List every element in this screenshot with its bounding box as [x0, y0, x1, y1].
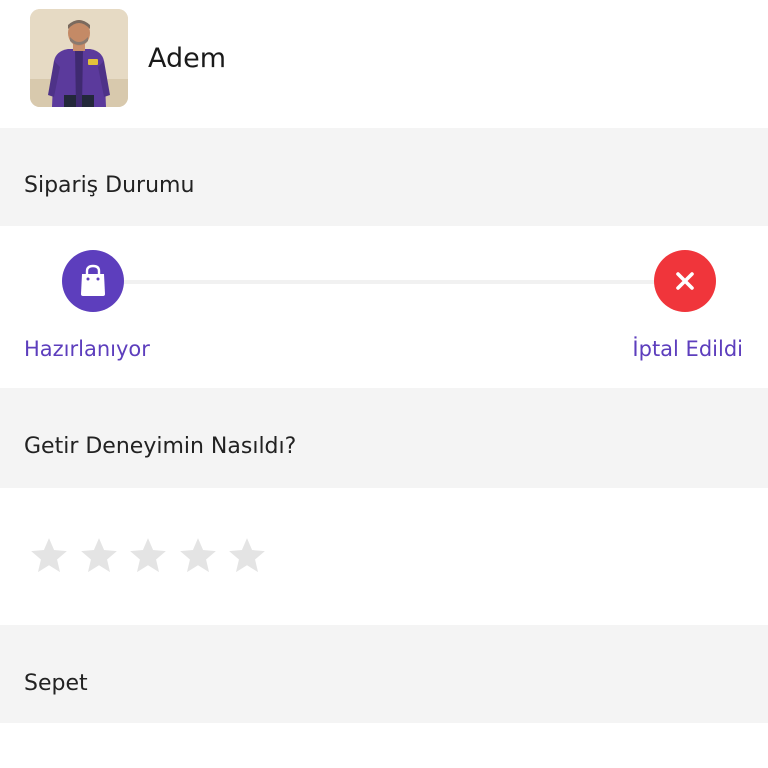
courier-photo: [30, 9, 128, 107]
status-step-cancelled: [654, 250, 716, 312]
rating-title: Getir Deneyimin Nasıldı?: [24, 434, 297, 459]
status-label-cancelled: İptal Edildi: [632, 337, 743, 361]
rating-star-2[interactable]: [78, 535, 120, 577]
star-icon: [31, 538, 67, 573]
rating-star-1[interactable]: [28, 535, 70, 577]
status-progress-line: [124, 280, 654, 284]
cart-header: [0, 625, 768, 723]
star-icon: [80, 538, 117, 573]
courier-name: Adem: [148, 43, 227, 74]
star-icon: [229, 538, 265, 573]
status-label-preparing: Hazırlanıyor: [24, 337, 150, 361]
star-icon: [179, 538, 216, 573]
close-icon: [676, 272, 694, 290]
courier-header: Adem: [0, 0, 768, 128]
rating-star-3[interactable]: [127, 535, 169, 577]
shopping-bag-icon: [81, 264, 105, 296]
cart-title: Sepet: [24, 671, 88, 696]
order-detail-page: Adem Sipariş Durumu Hazırlanıyor İptal E…: [0, 0, 768, 768]
order-status-header: Sipariş Durumu: [0, 128, 768, 226]
rating-star-5[interactable]: [226, 535, 268, 577]
star-icon: [130, 538, 166, 573]
order-status-title: Sipariş Durumu: [24, 173, 195, 198]
status-step-preparing: [62, 250, 124, 312]
avatar: [30, 9, 128, 107]
rating-star-4[interactable]: [177, 535, 219, 577]
